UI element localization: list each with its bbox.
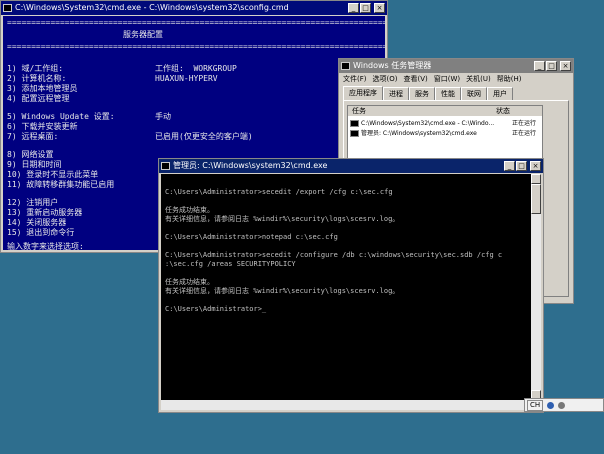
language-bar[interactable]: CH [524,398,604,412]
tab-services[interactable]: 服务 [409,87,435,100]
cmd-icon [3,4,12,12]
task-row[interactable]: C:\Windows\System32\cmd.exe - C:\Windo..… [350,119,540,128]
cmd-icon [161,162,170,170]
admin-cmd-window[interactable]: 管理员: C:\Windows\system32\cmd.exe _ □ × C… [158,158,544,413]
cmd-icon [350,130,359,137]
console-line: C:\Users\Administrator>secedit /export /… [165,188,393,196]
option-value: 已启用(仅更安全的客户端) [155,132,253,141]
maximize-button[interactable]: □ [516,161,527,171]
tab-strip: 应用程序 进程 服务 性能 联网 用户 [343,86,513,101]
column-status[interactable]: 状态 [496,106,510,116]
tab-networking[interactable]: 联网 [461,87,487,100]
minimize-button[interactable]: _ [504,161,515,171]
tab-processes[interactable]: 进程 [383,87,409,100]
sconfig-header: 服务器配置 [123,30,163,39]
option-value: 工作组: WORKGROUP [155,64,237,73]
option-label: 4) 配置远程管理 [7,94,70,103]
task-name: C:\Windows\System32\cmd.exe - C:\Windo..… [361,120,495,127]
menu-window[interactable]: 窗口(W) [434,73,460,85]
language-indicator[interactable]: CH [527,399,544,411]
help-icon[interactable] [547,401,555,409]
option-label: 14) 关闭服务器 [7,218,67,227]
separator: ========================================… [7,18,385,27]
option-label: 9) 日期和时间 [7,160,62,169]
task-list-header: 任务 状态 [348,106,542,116]
console-line: 有关详细信息，请参阅日志 %windir%\security\logs\sces… [165,287,400,295]
cmd-title: 管理员: C:\Windows\system32\cmd.exe [173,161,328,170]
option-value: 手动 [155,112,171,121]
cmd-console[interactable]: C:\Users\Administrator>secedit /export /… [161,174,531,400]
separator: ========================================… [7,42,385,51]
task-name: 管理员: C:\Windows\system32\cmd.exe [361,130,477,137]
option-label: 13) 重新启动服务器 [7,208,83,217]
option-label: 15) 退出到命令行 [7,228,75,237]
menu-options[interactable]: 选项(O) [373,73,398,85]
tab-users[interactable]: 用户 [487,87,513,100]
option-label: 3) 添加本地管理员 [7,84,78,93]
console-prompt[interactable]: C:\Users\Administrator>_ [165,305,266,314]
menu-shutdown[interactable]: 关机(U) [466,73,491,85]
menu-bar: 文件(F) 选项(O) 查看(V) 窗口(W) 关机(U) 帮助(H) [341,73,571,85]
maximize-button[interactable]: □ [360,3,371,13]
option-label: 12) 注销用户 [7,198,59,207]
tab-performance[interactable]: 性能 [435,87,461,100]
option-label: 6) 下载并安装更新 [7,122,78,131]
cmd-icon [350,120,359,127]
option-label: 11) 故障转移群集功能已启用 [7,180,115,189]
cmd-titlebar[interactable]: 管理员: C:\Windows\system32\cmd.exe _ □ × [159,159,543,173]
task-row[interactable]: 管理员: C:\Windows\system32\cmd.exe 正在运行 [350,129,540,138]
close-button[interactable]: × [374,3,385,13]
vertical-scrollbar[interactable] [531,174,541,400]
close-button[interactable]: × [530,161,541,171]
maximize-button[interactable]: □ [546,61,557,71]
option-label: 2) 计算机名称: [7,74,67,83]
minimize-button[interactable]: _ [348,3,359,13]
menu-view[interactable]: 查看(V) [403,73,427,85]
option-label: 5) Windows Update 设置: [7,112,115,121]
close-button[interactable]: × [560,61,571,71]
menu-file[interactable]: 文件(F) [343,73,367,85]
option-label: 1) 域/工作组: [7,64,64,73]
menu-help[interactable]: 帮助(H) [497,73,522,85]
tab-applications[interactable]: 应用程序 [343,86,383,100]
scroll-up-arrow[interactable] [531,174,541,184]
taskmgr-title: Windows 任务管理器 [353,61,432,70]
console-line: C:\Users\Administrator>notepad c:\sec.cf… [165,233,338,241]
column-task[interactable]: 任务 [352,106,366,116]
console-line: :\sec.cfg /areas SECURITYPOLICY [165,260,296,268]
console-line: 任务成功结束。 [165,206,214,214]
task-status: 正在运行 [511,130,536,137]
options-icon[interactable] [558,401,566,409]
console-line: 有关详细信息，请参阅日志 %windir%\security\logs\sces… [165,215,400,223]
sconfig-title: C:\Windows\System32\cmd.exe - C:\Windows… [15,3,289,12]
input-prompt[interactable]: 输入数字来选择选项: [7,242,84,250]
console-line: 任务成功结束。 [165,278,214,286]
sconfig-titlebar[interactable]: C:\Windows\System32\cmd.exe - C:\Windows… [1,1,387,15]
option-label: 7) 远程桌面: [7,132,59,141]
console-line: C:\Users\Administrator>secedit /configur… [165,251,503,259]
option-label: 10) 登录时不显示此菜单 [7,170,99,179]
scroll-thumb[interactable] [531,184,541,214]
minimize-button[interactable]: _ [534,61,545,71]
task-status: 正在运行 [511,120,536,127]
taskmgr-titlebar[interactable]: Windows 任务管理器 _ □ × [339,59,573,73]
option-label: 8) 网络设置 [7,150,54,159]
option-value: HUAXUN-HYPERV [155,74,218,83]
taskmgr-icon [341,62,350,70]
horizontal-scrollbar[interactable] [161,400,531,410]
